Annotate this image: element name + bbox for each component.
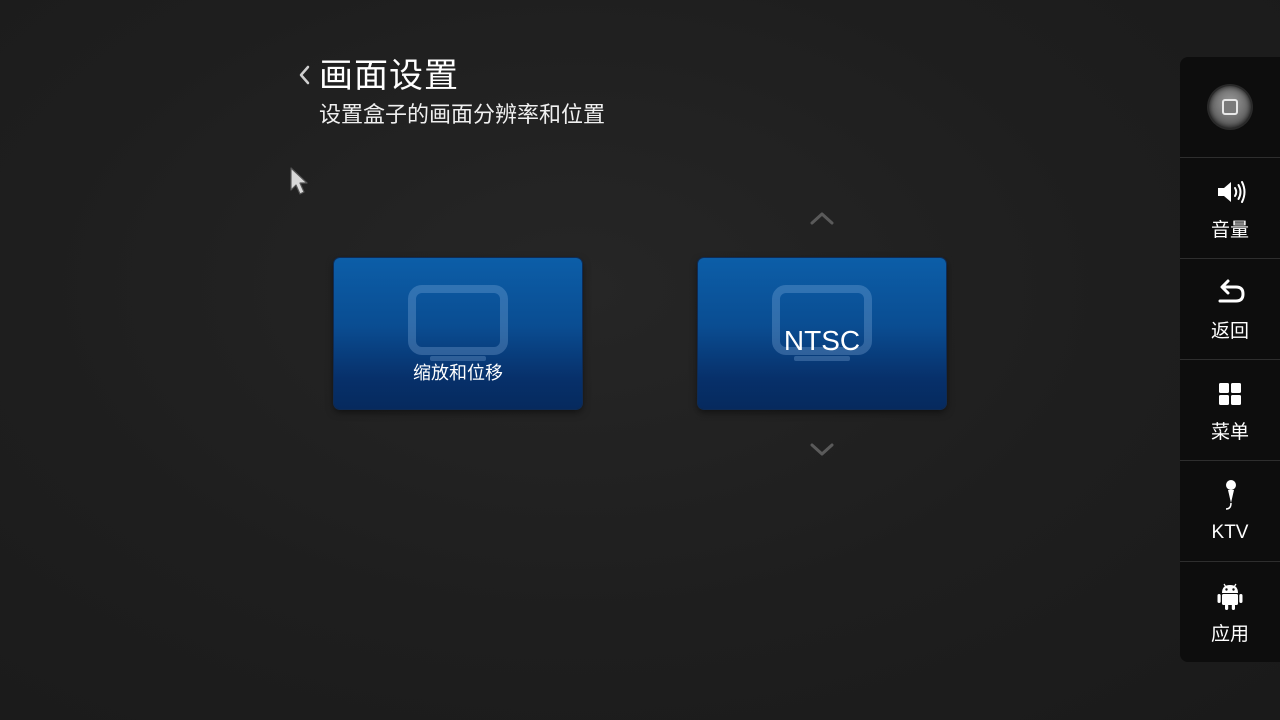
- chevron-up-icon[interactable]: [809, 210, 835, 226]
- mouse-cursor-icon: [290, 167, 308, 195]
- microphone-icon: [1225, 480, 1236, 510]
- zoom-and-shift-label: 缩放和位移: [413, 363, 503, 384]
- monitor-icon: [408, 285, 508, 361]
- chevron-down-icon[interactable]: [809, 442, 835, 458]
- home-button[interactable]: [1180, 57, 1280, 157]
- back-chevron-icon[interactable]: [297, 64, 311, 86]
- apps-label: 应用: [1210, 623, 1249, 645]
- zoom-and-shift-tile[interactable]: 缩放和位移: [334, 258, 582, 409]
- page-subtitle: 设置盒子的画面分辨率和位置: [319, 103, 606, 128]
- side-panel: 音量 返回 菜单 KTV 应用: [1180, 57, 1280, 662]
- volume-button[interactable]: 音量: [1180, 157, 1280, 257]
- menu-button[interactable]: 菜单: [1180, 359, 1280, 459]
- back-arrow-icon: [1218, 279, 1245, 303]
- volume-label: 音量: [1210, 219, 1249, 241]
- menu-label: 菜单: [1210, 421, 1249, 443]
- back-button[interactable]: 返回: [1180, 258, 1280, 358]
- android-icon: [1217, 583, 1243, 610]
- screen: 画面设置 设置盒子的画面分辨率和位置 缩放和位移 NTSC 音量 返回 菜单 K…: [0, 0, 1280, 720]
- page-title: 画面设置: [319, 56, 459, 96]
- back-label: 返回: [1210, 320, 1249, 342]
- apps-button[interactable]: 应用: [1180, 561, 1280, 661]
- grid-menu-icon: [1219, 383, 1241, 405]
- ktv-label: KTV: [1211, 522, 1249, 543]
- tv-format-tile[interactable]: NTSC: [698, 258, 946, 409]
- volume-icon: [1218, 181, 1246, 203]
- ktv-button[interactable]: KTV: [1180, 460, 1280, 560]
- tv-format-value: NTSC: [783, 325, 861, 356]
- home-button-icon: [1209, 86, 1251, 128]
